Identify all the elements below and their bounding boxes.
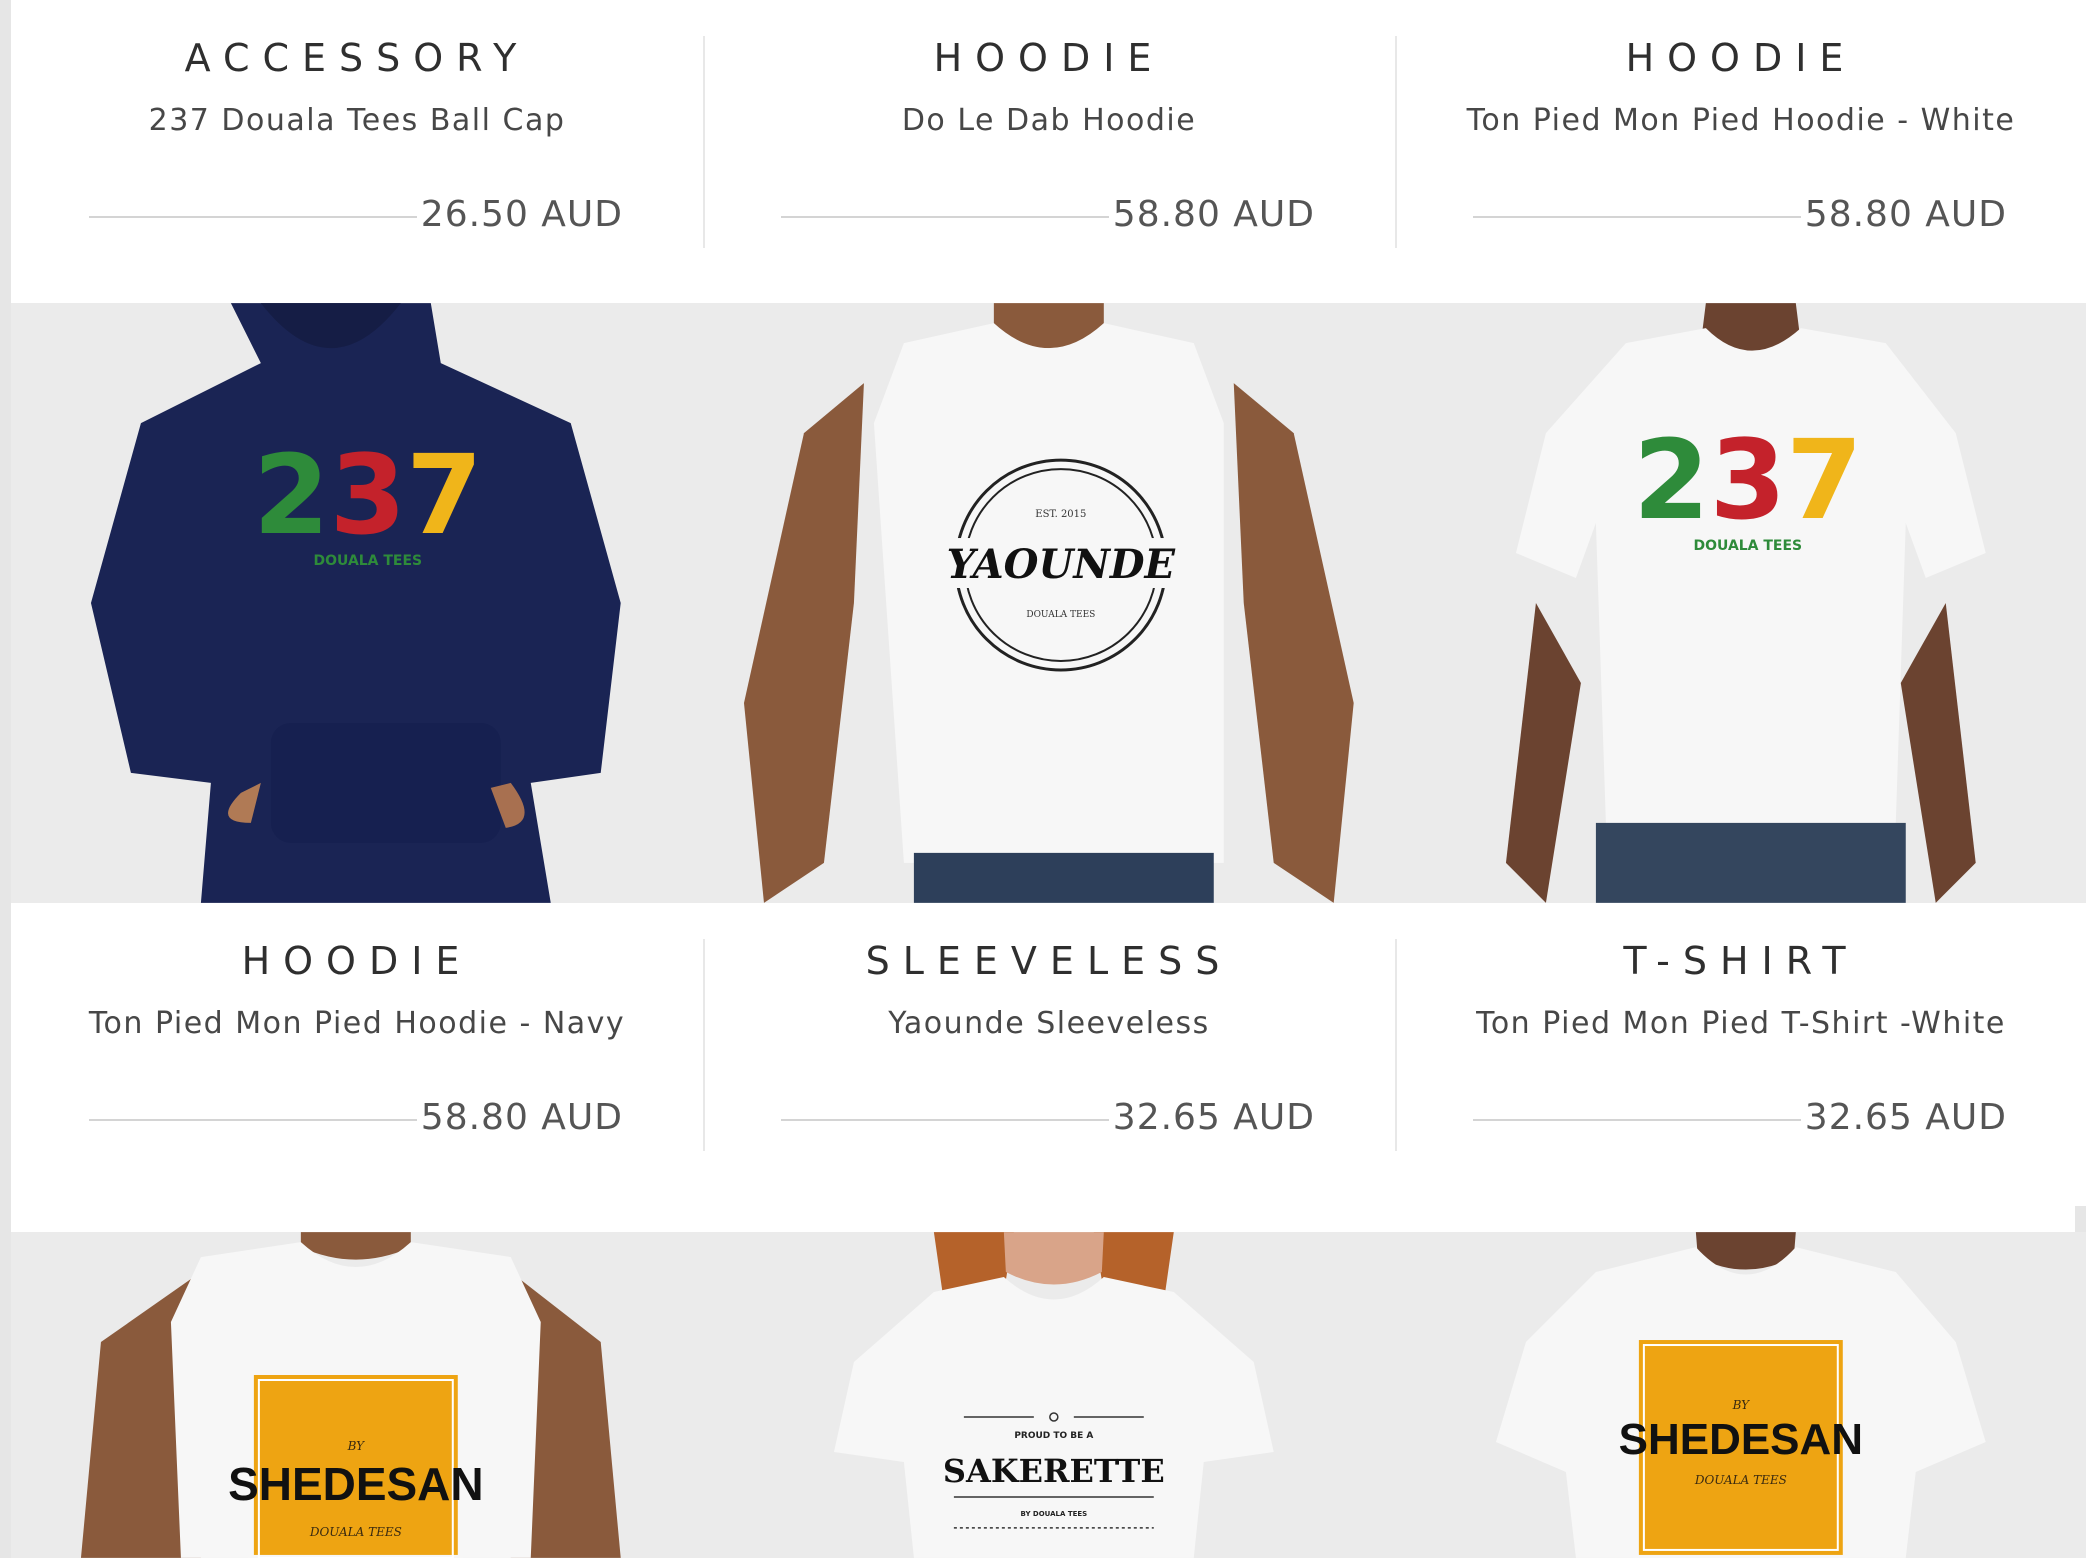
tee-illustration: PROUD TO BE A SAKERETTE BY DOUALA TEES	[703, 1232, 1394, 1558]
product-card-info[interactable]: HOODIE Ton Pied Mon Pied Hoodie - White …	[1395, 0, 2086, 303]
product-card-info[interactable]: HOODIE Do Le Dab Hoodie 58.80 AUD	[703, 0, 1395, 303]
product-category: HOODIE	[933, 36, 1165, 80]
product-image-white-tee[interactable]: 237 DOUALA TEES	[1396, 303, 2086, 903]
price-rule	[1473, 1119, 1801, 1121]
product-card-info[interactable]: ACCESSORY 237 Douala Tees Ball Cap 26.50…	[11, 0, 703, 303]
product-category: HOODIE	[1625, 36, 1857, 80]
product-name[interactable]: 237 Douala Tees Ball Cap	[11, 103, 703, 138]
product-name[interactable]: Ton Pied Mon Pied T-Shirt -White	[1395, 1006, 2086, 1041]
design-237: 237	[1633, 416, 1863, 544]
design-subtext: DOUALA TEES	[1694, 1473, 1787, 1487]
product-category: HOODIE	[241, 939, 473, 983]
product-card-info[interactable]: HOODIE Ton Pied Mon Pied Hoodie - Navy 5…	[11, 903, 703, 1206]
design-shedesan-text: SHEDESAN	[1619, 1415, 1863, 1464]
product-name[interactable]: Do Le Dab Hoodie	[703, 103, 1395, 138]
product-price: 58.80 AUD	[420, 1097, 623, 1138]
price-rule	[89, 1119, 417, 1121]
product-price: 26.50 AUD	[420, 194, 623, 235]
product-name[interactable]: Yaounde Sleeveless	[703, 1006, 1395, 1041]
design-subtext: DOUALA TEES	[1694, 538, 1803, 554]
product-image-row-1: 237 DOUALA TEES EST. 2015 YAOUNDE DOUALA…	[11, 303, 2086, 903]
design-237: 237	[253, 431, 483, 559]
design-topline: BY	[1732, 1398, 1751, 1412]
product-category: ACCESSORY	[184, 36, 530, 80]
product-price: 32.65 AUD	[1804, 1097, 2007, 1138]
design-yaounde-text: YAOUNDE	[946, 541, 1175, 588]
design-subtext: DOUALA TEES	[309, 1525, 402, 1539]
product-price: 58.80 AUD	[1112, 194, 1315, 235]
price-rule	[781, 1119, 1109, 1121]
product-image-shedesan-sleeveless[interactable]: BY SHEDESAN DOUALA TEES	[11, 1232, 701, 1558]
sleeveless-illustration: EST. 2015 YAOUNDE DOUALA TEES	[703, 303, 1394, 903]
product-card-info[interactable]: SLEEVELESS Yaounde Sleeveless 32.65 AUD	[703, 903, 1395, 1206]
product-image-row-2: BY SHEDESAN DOUALA TEES PROUD TO BE A SA…	[11, 1232, 2086, 1558]
page-left-edge	[0, 0, 11, 1558]
product-info-row-1: ACCESSORY 237 Douala Tees Ball Cap 26.50…	[11, 0, 2086, 303]
product-image-sakerette-tee[interactable]: PROUD TO BE A SAKERETTE BY DOUALA TEES	[703, 1232, 1394, 1558]
product-name[interactable]: Ton Pied Mon Pied Hoodie - White	[1395, 103, 2086, 138]
product-image-shedesan-tee[interactable]: BY SHEDESAN DOUALA TEES	[1396, 1232, 2086, 1558]
product-info-row-2: HOODIE Ton Pied Mon Pied Hoodie - Navy 5…	[11, 903, 2086, 1206]
product-price: 32.65 AUD	[1112, 1097, 1315, 1138]
design-topline: EST. 2015	[1035, 509, 1086, 520]
product-card-info[interactable]: T-SHIRT Ton Pied Mon Pied T-Shirt -White…	[1395, 903, 2086, 1206]
tee-illustration: BY SHEDESAN DOUALA TEES	[1396, 1232, 2086, 1558]
product-name[interactable]: Ton Pied Mon Pied Hoodie - Navy	[11, 1006, 703, 1041]
product-image-yaounde-sleeveless[interactable]: EST. 2015 YAOUNDE DOUALA TEES	[703, 303, 1394, 903]
product-category: SLEEVELESS	[865, 939, 1233, 983]
product-image-navy-hoodie[interactable]: 237 DOUALA TEES	[11, 303, 701, 903]
price-rule	[1473, 216, 1801, 218]
design-subtext: DOUALA TEES	[1026, 610, 1095, 620]
tee-illustration: 237 DOUALA TEES	[1396, 303, 2086, 903]
design-sakerette-text: SAKERETTE	[943, 1452, 1165, 1490]
hoodie-illustration: 237 DOUALA TEES	[11, 303, 701, 903]
design-shedesan-text: SHEDESAN	[228, 1458, 483, 1510]
design-subtext: DOUALA TEES	[314, 553, 423, 569]
product-price: 58.80 AUD	[1804, 194, 2007, 235]
price-rule	[781, 216, 1109, 218]
price-rule	[89, 216, 417, 218]
sleeveless-illustration: BY SHEDESAN DOUALA TEES	[11, 1232, 701, 1558]
design-subtext: BY DOUALA TEES	[1020, 1510, 1087, 1518]
product-category: T-SHIRT	[1623, 939, 1859, 983]
design-topline: PROUD TO BE A	[1014, 1431, 1093, 1441]
design-topline: BY	[347, 1439, 366, 1453]
